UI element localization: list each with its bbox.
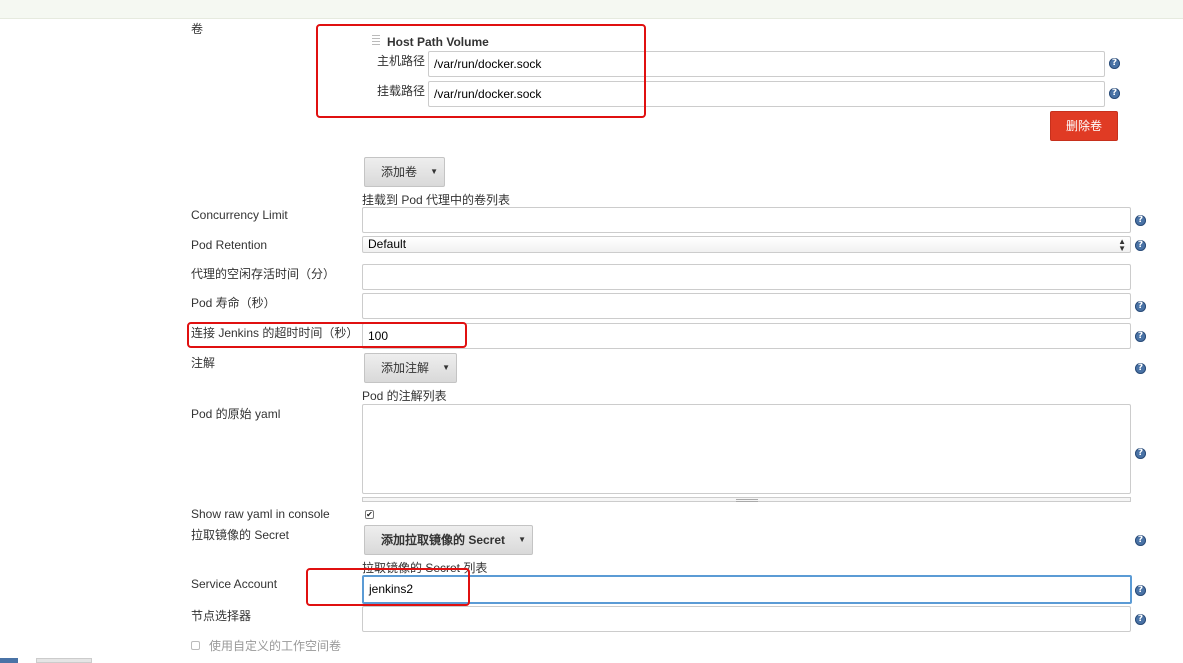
caret-down-icon: ▼ (518, 535, 526, 544)
help-icon[interactable]: ? (1135, 240, 1146, 251)
help-icon[interactable]: ? (1135, 535, 1146, 546)
add-annotation-label: 添加注解 (381, 361, 430, 375)
add-volume-button[interactable]: 添加卷 ▼ (364, 157, 445, 187)
raw-yaml-textarea[interactable] (362, 404, 1131, 494)
highlight-box-service-account (306, 568, 470, 606)
add-image-pull-secret-button[interactable]: 添加拉取镜像的 Secret ▼ (364, 525, 533, 555)
show-raw-yaml-label: Show raw yaml in console (191, 507, 330, 521)
node-selector-label: 节点选择器 (191, 609, 252, 623)
image-pull-secret-label: 拉取镜像的 Secret (191, 528, 290, 542)
idle-minutes-label: 代理的空闲存活时间（分） (191, 267, 336, 281)
resize-grip-icon (736, 499, 758, 502)
delete-volume-button[interactable]: 删除卷 (1050, 111, 1118, 141)
pod-retention-select[interactable]: Default ▲ ▼ (362, 236, 1131, 253)
custom-workspace-label: 使用自定义的工作空间卷 (209, 639, 342, 653)
add-annotation-button[interactable]: 添加注解 ▼ (364, 353, 457, 383)
volumes-hint: 挂载到 Pod 代理中的卷列表 (362, 193, 511, 207)
custom-workspace-checkbox[interactable] (191, 641, 200, 650)
raw-yaml-label: Pod 的原始 yaml (191, 407, 281, 421)
pod-retention-value: Default (368, 237, 407, 251)
help-icon[interactable]: ? (1135, 363, 1146, 374)
top-band (0, 0, 1183, 19)
help-icon[interactable]: ? (1135, 331, 1146, 342)
node-selector-input[interactable] (362, 606, 1131, 632)
save-button-partial[interactable] (0, 658, 18, 663)
select-arrows-icon: ▲ ▼ (1118, 237, 1126, 253)
help-icon[interactable]: ? (1135, 614, 1146, 625)
service-account-label: Service Account (191, 577, 278, 591)
pod-retention-label: Pod Retention (191, 238, 268, 252)
add-volume-label: 添加卷 (381, 165, 418, 179)
pod-lifetime-input[interactable] (362, 293, 1131, 319)
annotations-label: 注解 (191, 356, 216, 370)
help-icon[interactable]: ? (1135, 448, 1146, 459)
service-account-input[interactable]: jenkins2 (362, 575, 1132, 604)
volumes-label: 卷 (191, 22, 204, 36)
help-icon[interactable]: ? (1135, 585, 1146, 596)
idle-minutes-input[interactable] (362, 264, 1131, 290)
annotations-hint: Pod 的注解列表 (362, 389, 447, 403)
apply-button-partial[interactable] (36, 658, 92, 663)
pod-lifetime-label: Pod 寿命（秒） (191, 296, 276, 310)
caret-down-icon: ▼ (442, 363, 450, 372)
concurrency-limit-input[interactable] (362, 207, 1131, 233)
help-icon[interactable]: ? (1109, 58, 1120, 69)
concurrency-limit-label: Concurrency Limit (191, 208, 288, 222)
show-raw-yaml-checkbox[interactable]: ✔ (365, 510, 374, 519)
jenkins-timeout-input[interactable]: 100 (362, 323, 1131, 349)
highlight-box-timeout (187, 322, 467, 348)
help-icon[interactable]: ? (1109, 88, 1120, 99)
add-image-pull-secret-label: 添加拉取镜像的 Secret (381, 533, 506, 547)
help-icon[interactable]: ? (1135, 215, 1146, 226)
caret-down-icon: ▼ (430, 167, 438, 176)
highlight-box-host-path (316, 24, 646, 118)
textarea-resize-bar[interactable] (362, 497, 1131, 502)
help-icon[interactable]: ? (1135, 301, 1146, 312)
